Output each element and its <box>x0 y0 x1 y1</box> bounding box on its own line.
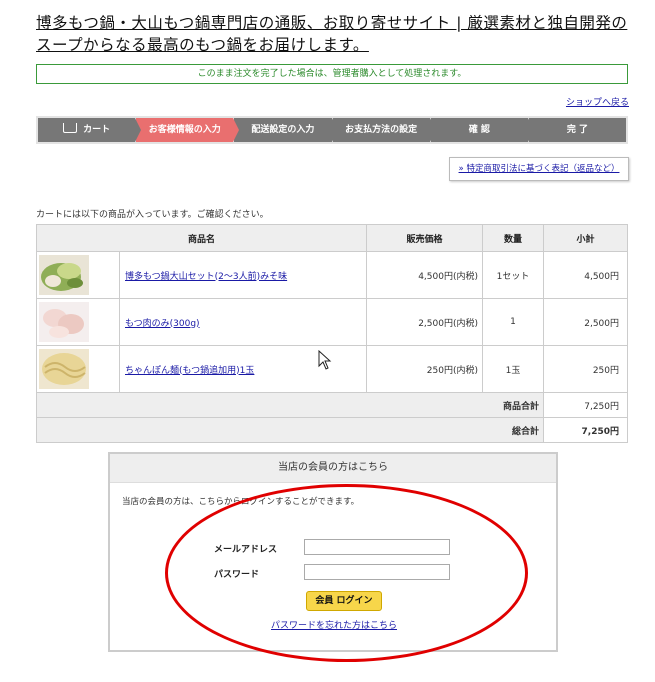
cart-icon <box>63 123 78 133</box>
member-login-button[interactable]: 会員 ログイン <box>306 591 382 611</box>
table-row: もつ肉のみ(300g) 2,500円(内税) 1 2,500円 <box>36 298 628 346</box>
price-cell: 250円(内税) <box>366 345 483 393</box>
email-label: メールアドレス <box>214 545 278 555</box>
subtotal-cell: 250円 <box>543 345 628 393</box>
grand-total-label: 総合計 <box>36 417 544 443</box>
step-label: 配送設定の入力 <box>251 125 315 135</box>
subtotal-cell: 4,500円 <box>543 251 628 299</box>
password-input[interactable] <box>304 564 450 580</box>
cart-intro: カートには以下の商品が入っています。ご確認ください。 <box>36 210 269 220</box>
member-login-box: 当店の会員の方はこちら 当店の会員の方は、こちらからログインすることができます。… <box>108 452 558 652</box>
subtotal-cell: 2,500円 <box>543 298 628 346</box>
password-row: パスワード <box>214 564 450 580</box>
step-customer-info: お客様情報の入力 <box>136 118 240 142</box>
product-total-row: 商品合計 7,250円 <box>36 392 628 418</box>
qty-cell: 1 <box>482 298 544 346</box>
cart-table: 商品名 販売価格 数量 小計 博多もつ鍋大山セット(2〜3人前)みそ味 4,50… <box>36 224 628 443</box>
step-delivery: 配送設定の入力 <box>234 118 338 142</box>
step-payment: お支払方法の設定 <box>332 118 436 142</box>
price-cell: 4,500円(内税) <box>366 251 483 299</box>
header-name: 商品名 <box>36 224 367 252</box>
step-label: お支払方法の設定 <box>345 125 418 135</box>
email-row: メールアドレス <box>214 539 450 555</box>
site-title[interactable]: 博多もつ鍋・大山もつ鍋専門店の通販、お取り寄せサイト | 厳選素材と独自開発のス… <box>36 12 636 56</box>
checkout-steps: カート お客様情報の入力 配送設定の入力 お支払方法の設定 確 認 完 了 <box>36 116 628 144</box>
step-label: 完 了 <box>566 125 589 135</box>
step-label: 確 認 <box>468 125 490 135</box>
step-complete: 完 了 <box>528 118 627 142</box>
grand-total-row: 総合計 7,250円 <box>36 417 628 443</box>
product-image-motsunabe-set <box>39 255 89 295</box>
qty-cell: 1セット <box>482 251 544 299</box>
law-box: » 特定商取引法に基づく表記（返品など） <box>449 157 629 181</box>
table-header-row: 商品名 販売価格 数量 小計 <box>36 224 628 252</box>
price-cell: 2,500円(内税) <box>366 298 483 346</box>
product-total-label: 商品合計 <box>36 392 544 418</box>
password-label: パスワード <box>214 570 260 580</box>
step-confirm: 確 認 <box>430 118 534 142</box>
product-image-cell <box>36 251 120 299</box>
product-link[interactable]: ちゃんぽん麺(もつ鍋追加用)1玉 <box>125 366 254 376</box>
product-total-value: 7,250円 <box>543 392 628 418</box>
step-cart: カート <box>38 118 142 142</box>
qty-cell: 1玉 <box>482 345 544 393</box>
product-image-cell <box>36 298 120 346</box>
forgot-password-link[interactable]: パスワードを忘れた方はこちら <box>271 618 397 631</box>
header-price: 販売価格 <box>366 224 483 252</box>
member-login-description: 当店の会員の方は、こちらからログインすることができます。 <box>122 497 360 507</box>
member-login-title: 当店の会員の方はこちら <box>110 454 556 483</box>
mouse-cursor-icon <box>318 350 332 370</box>
step-label: お客様情報の入力 <box>148 125 221 135</box>
header-subtotal: 小計 <box>543 224 628 252</box>
step-label: カート <box>83 125 111 135</box>
grand-total-value: 7,250円 <box>543 417 628 443</box>
admin-notice: このまま注文を完了した場合は、管理者購入として処理されます。 <box>36 64 628 84</box>
product-link[interactable]: 博多もつ鍋大山セット(2〜3人前)みそ味 <box>125 272 287 282</box>
commercial-law-link[interactable]: » 特定商取引法に基づく表記（返品など） <box>459 164 620 174</box>
product-link[interactable]: もつ肉のみ(300g) <box>125 319 200 329</box>
header-qty: 数量 <box>482 224 544 252</box>
back-to-shop-link[interactable]: ショップへ戻る <box>566 95 629 108</box>
table-row: ちゃんぽん麺(もつ鍋追加用)1玉 250円(内税) 1玉 250円 <box>36 345 628 393</box>
product-image-champon-noodles <box>39 349 89 389</box>
product-image-cell <box>36 345 120 393</box>
table-row: 博多もつ鍋大山セット(2〜3人前)みそ味 4,500円(内税) 1セット 4,5… <box>36 251 628 299</box>
email-input[interactable] <box>304 539 450 555</box>
product-image-motsu-meat <box>39 302 89 342</box>
